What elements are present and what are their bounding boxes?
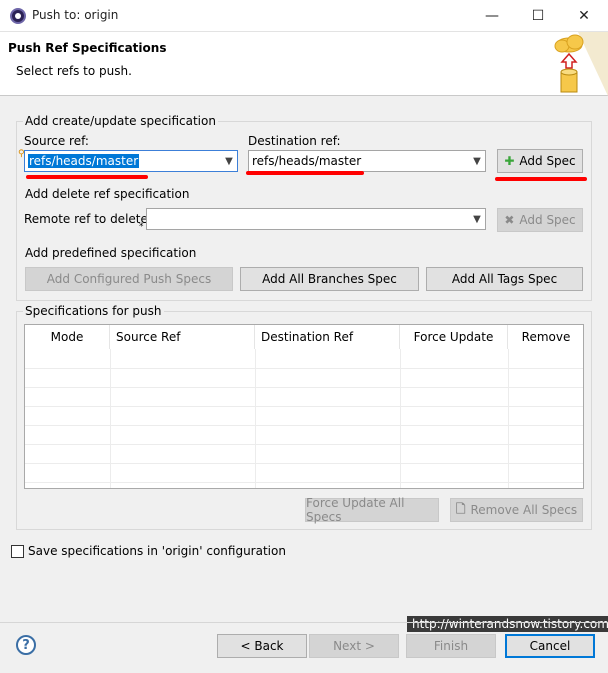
source-ref-combo[interactable]: refs/heads/master ▼: [24, 150, 238, 172]
red-underline-destination: [246, 171, 364, 175]
add-all-tags-spec-button[interactable]: Add All Tags Spec: [426, 267, 583, 291]
page-subtitle: Select refs to push.: [16, 64, 132, 78]
footer-divider: [0, 622, 608, 623]
next-button[interactable]: Next >: [309, 634, 399, 658]
destination-ref-value: refs/heads/master: [252, 154, 362, 168]
close-button[interactable]: ✕: [561, 0, 607, 32]
table-row-divider: [25, 406, 583, 407]
minimize-button[interactable]: —: [469, 0, 515, 32]
chevron-down-icon[interactable]: ▼: [221, 156, 237, 167]
window-title: Push to: origin: [32, 8, 119, 22]
create-update-group-label: Add create/update specification: [23, 114, 218, 128]
help-icon[interactable]: ?: [16, 635, 36, 655]
column-header-source-ref[interactable]: Source Ref: [110, 325, 255, 349]
specs-table[interactable]: Mode Source Ref Destination Ref Force Up…: [24, 324, 584, 489]
column-header-remove[interactable]: Remove: [508, 325, 584, 349]
chevron-down-icon[interactable]: ▼: [469, 156, 485, 167]
table-row-divider: [25, 387, 583, 388]
title-bar: Push to: origin — ☐ ✕: [0, 0, 608, 32]
page-title: Push Ref Specifications: [8, 41, 167, 55]
column-header-mode[interactable]: Mode: [25, 325, 110, 349]
watermark-text: http://winterandsnow.tistory.com: [407, 616, 608, 632]
column-header-destination-ref[interactable]: Destination Ref: [255, 325, 400, 349]
destination-ref-combo[interactable]: refs/heads/master ▼: [248, 150, 486, 172]
table-row-divider: [25, 368, 583, 369]
finish-button[interactable]: Finish: [406, 634, 496, 658]
add-delete-spec-button[interactable]: ✖ Add Spec: [497, 208, 583, 232]
eclipse-app-icon: [10, 8, 26, 24]
document-remove-icon: 🗋: [455, 501, 466, 516]
remove-all-specs-button[interactable]: 🗋 Remove All Specs: [450, 498, 583, 522]
column-divider: [508, 349, 509, 488]
table-row-divider: [25, 482, 583, 483]
save-config-label[interactable]: Save specifications in 'origin' configur…: [28, 544, 286, 558]
save-config-checkbox[interactable]: [11, 545, 24, 558]
add-spec-button[interactable]: ✚ Add Spec: [497, 149, 583, 173]
red-underline-source: [26, 175, 148, 179]
cancel-button[interactable]: Cancel: [505, 634, 595, 658]
remote-ref-label: Remote ref to delete:: [24, 212, 152, 226]
chevron-down-icon[interactable]: ▼: [469, 214, 485, 225]
red-underline-add-spec: [495, 177, 587, 181]
specs-group-label: Specifications for push: [23, 304, 164, 318]
delete-group-label: Add delete ref specification: [23, 187, 192, 201]
back-button[interactable]: < Back: [217, 634, 307, 658]
table-row-divider: [25, 463, 583, 464]
remote-ref-combo[interactable]: ▼: [146, 208, 486, 230]
column-header-force-update[interactable]: Force Update: [400, 325, 508, 349]
maximize-button[interactable]: ☐: [515, 0, 561, 32]
add-spec-label: Add Spec: [519, 154, 576, 168]
required-marker: *: [139, 222, 144, 232]
column-divider: [110, 349, 111, 488]
add-configured-push-specs-button[interactable]: Add Configured Push Specs: [25, 267, 233, 291]
predefined-group-label: Add predefined specification: [23, 246, 199, 260]
table-row-divider: [25, 444, 583, 445]
source-ref-value: refs/heads/master: [28, 154, 140, 168]
source-ref-label: Source ref:: [24, 134, 89, 148]
remove-all-specs-label: Remove All Specs: [470, 503, 578, 517]
force-update-all-specs-button[interactable]: Force Update All Specs: [305, 496, 439, 524]
wizard-header: Push Ref Specifications Select refs to p…: [0, 32, 608, 96]
destination-ref-label: Destination ref:: [248, 134, 341, 148]
add-all-branches-spec-button[interactable]: Add All Branches Spec: [240, 267, 419, 291]
column-divider: [255, 349, 256, 488]
push-cloud-icon: [554, 32, 608, 96]
add-delete-spec-label: Add Spec: [519, 213, 576, 227]
column-divider: [400, 349, 401, 488]
table-row-divider: [25, 425, 583, 426]
delete-x-icon: ✖: [504, 213, 515, 227]
plus-icon: ✚: [504, 154, 515, 168]
